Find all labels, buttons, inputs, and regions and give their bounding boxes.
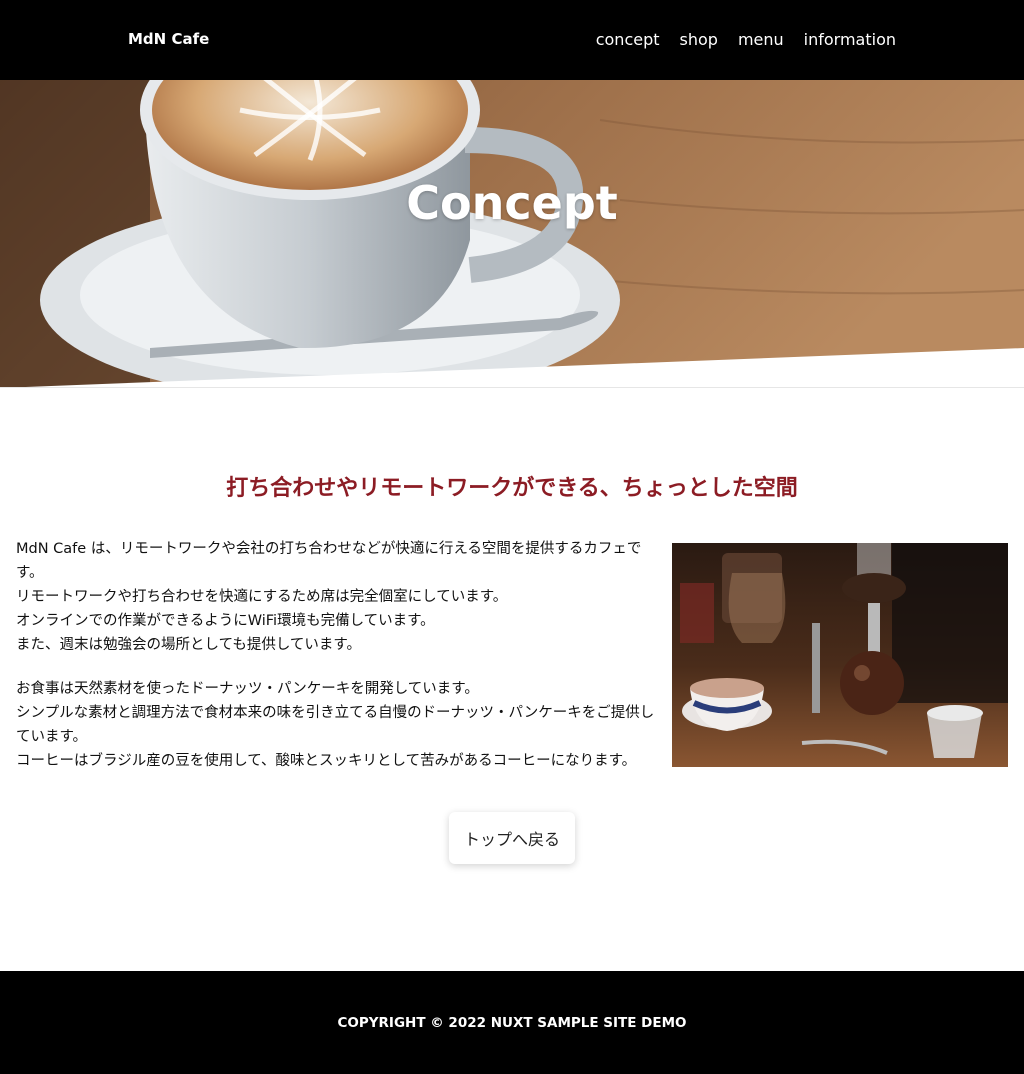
- brand-logo-link[interactable]: MdN Cafe: [128, 30, 209, 48]
- description-paragraph: お食事は天然素材を使ったドーナッツ・パンケーキを開発しています。 シンプルな素材…: [16, 677, 656, 773]
- description-line: シンプルな素材と調理方法で食材本来の味を引き立てる自慢のドーナッツ・パンケーキを…: [16, 705, 655, 745]
- hero-coffee-image: [0, 80, 1024, 388]
- description-line: オンラインでの作業ができるようにWiFi環境も完備しています。: [16, 613, 435, 629]
- back-to-top-button[interactable]: トップへ戻る: [449, 812, 575, 864]
- nav-item-concept[interactable]: concept: [596, 30, 660, 49]
- concept-description: MdN Cafe は、リモートワークや会社の打ち合わせなどが快適に行える空間を提…: [16, 537, 656, 773]
- description-line: リモートワークや打ち合わせを快適にするため席は完全個室にしています。: [16, 589, 508, 605]
- site-header: MdN Cafe concept shop menu information: [0, 0, 1024, 80]
- description-line: MdN Cafe は、リモートワークや会社の打ち合わせなどが快適に行える空間を提…: [16, 541, 642, 581]
- nav-item-menu[interactable]: menu: [738, 30, 784, 49]
- siphon-coffee-image: [672, 543, 1008, 767]
- hero-banner: Concept: [0, 80, 1024, 388]
- cafe-photo: [672, 543, 1008, 767]
- description-paragraph: MdN Cafe は、リモートワークや会社の打ち合わせなどが快適に行える空間を提…: [16, 537, 656, 657]
- copyright-text: COPYRIGHT © 2022 NUXT SAMPLE SITE DEMO: [337, 1015, 687, 1031]
- description-line: また、週末は勉強会の場所としても提供しています。: [16, 637, 361, 653]
- hero-divider: [0, 387, 1024, 388]
- concept-heading: 打ち合わせやリモートワークができる、ちょっとした空間: [226, 476, 798, 501]
- main-nav: concept shop menu information: [596, 30, 896, 49]
- nav-item-shop[interactable]: shop: [680, 30, 718, 49]
- description-line: コーヒーはブラジル産の豆を使用して、酸味とスッキリとして苦みがあるコーヒーになり…: [16, 753, 637, 769]
- description-line: お食事は天然素材を使ったドーナッツ・パンケーキを開発しています。: [16, 681, 479, 697]
- site-footer: COPYRIGHT © 2022 NUXT SAMPLE SITE DEMO: [0, 971, 1024, 1074]
- hero-title: Concept: [406, 176, 618, 230]
- nav-item-information[interactable]: information: [804, 30, 896, 49]
